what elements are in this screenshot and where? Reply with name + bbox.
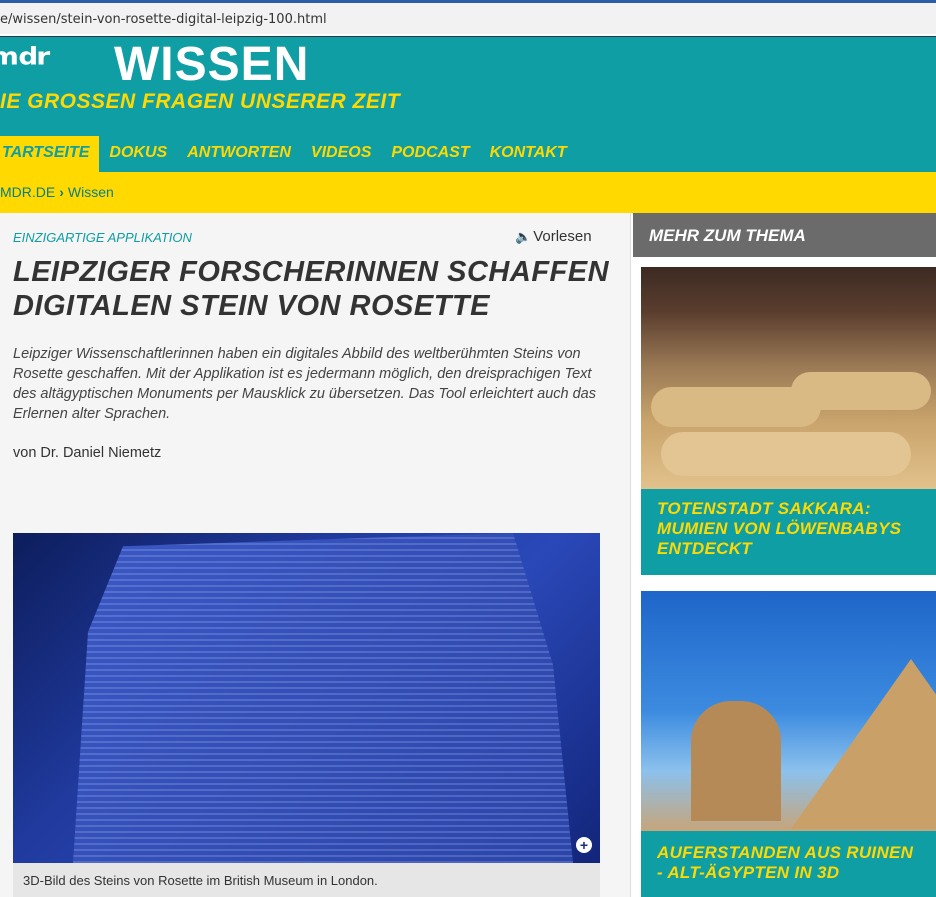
breadcrumb-mdr[interactable]: MDR.DE bbox=[0, 184, 55, 200]
speaker-icon: 🔈 bbox=[515, 229, 532, 244]
site-tagline: IE GROSSEN FRAGEN UNSERER ZEIT bbox=[0, 90, 401, 113]
sidebar: MEHR ZUM THEMA TOTENSTADT SAKKARA: MUMIE… bbox=[630, 213, 936, 897]
article-main: EINZIGARTIGE APPLIKATION 🔈 Vorlesen LEIPZ… bbox=[0, 213, 630, 897]
vorlesen-label: Vorlesen bbox=[533, 228, 592, 245]
url-text[interactable]: e/wissen/stein-von-rosette-digital-leipz… bbox=[0, 12, 327, 27]
nav-startseite[interactable]: TARTSEITE bbox=[0, 136, 100, 172]
main-nav: TARTSEITE DOKUS ANTWORTEN VIDEOS PODCAST… bbox=[0, 136, 577, 172]
wissen-logo[interactable]: WISSEN bbox=[114, 37, 309, 92]
article-kicker: EINZIGARTIGE APPLIKATION bbox=[13, 230, 192, 245]
card-title-sakkara[interactable]: TOTENSTADT SAKKARA: MUMIEN VON LÖWENBABY… bbox=[641, 489, 936, 575]
nav-dokus[interactable]: DOKUS bbox=[99, 136, 177, 172]
pyramid-sphinx-image bbox=[641, 591, 936, 831]
article-headline: LEIPZIGER FORSCHERINNEN SCHAFFEN DIGITAL… bbox=[13, 256, 610, 322]
nav-kontakt[interactable]: KONTAKT bbox=[480, 136, 577, 172]
image-caption: 3D-Bild des Steins von Rosette im Britis… bbox=[13, 863, 600, 897]
breadcrumb: MDR.DE › Wissen bbox=[0, 172, 936, 213]
teaser-card-sakkara[interactable]: TOTENSTADT SAKKARA: MUMIEN VON LÖWENBABY… bbox=[641, 267, 936, 575]
article-author: von Dr. Daniel Niemetz bbox=[13, 445, 162, 461]
nav-videos[interactable]: VIDEOS bbox=[301, 136, 381, 172]
mdr-logo[interactable]: ᵐᵈʳ bbox=[0, 39, 50, 90]
breadcrumb-wissen[interactable]: Wissen bbox=[68, 184, 114, 200]
teaser-card-alt-aegypten[interactable]: AUFERSTANDEN AUS RUINEN - ALT-ÄGYPTEN IN… bbox=[641, 591, 936, 897]
nav-podcast[interactable]: PODCAST bbox=[381, 136, 479, 172]
rosetta-stone-image[interactable]: + bbox=[13, 533, 600, 863]
nav-antworten[interactable]: ANTWORTEN bbox=[177, 136, 301, 172]
mummies-image bbox=[641, 267, 936, 489]
stone-illustration bbox=[73, 533, 573, 863]
article-teaser: Leipziger Wissenschaftlerinnen haben ein… bbox=[13, 346, 596, 422]
card-title-alt-aegypten[interactable]: AUFERSTANDEN AUS RUINEN - ALT-ÄGYPTEN IN… bbox=[641, 831, 936, 897]
site-header: ᵐᵈʳ WISSEN IE GROSSEN FRAGEN UNSERER ZEI… bbox=[0, 37, 936, 172]
breadcrumb-separator: › bbox=[59, 184, 64, 200]
browser-address-bar[interactable]: e/wissen/stein-von-rosette-digital-leipz… bbox=[0, 0, 936, 40]
vorlesen-button[interactable]: 🔈 Vorlesen bbox=[515, 228, 592, 245]
sidebar-heading: MEHR ZUM THEMA bbox=[633, 213, 936, 257]
expand-image-icon[interactable]: + bbox=[576, 837, 592, 853]
